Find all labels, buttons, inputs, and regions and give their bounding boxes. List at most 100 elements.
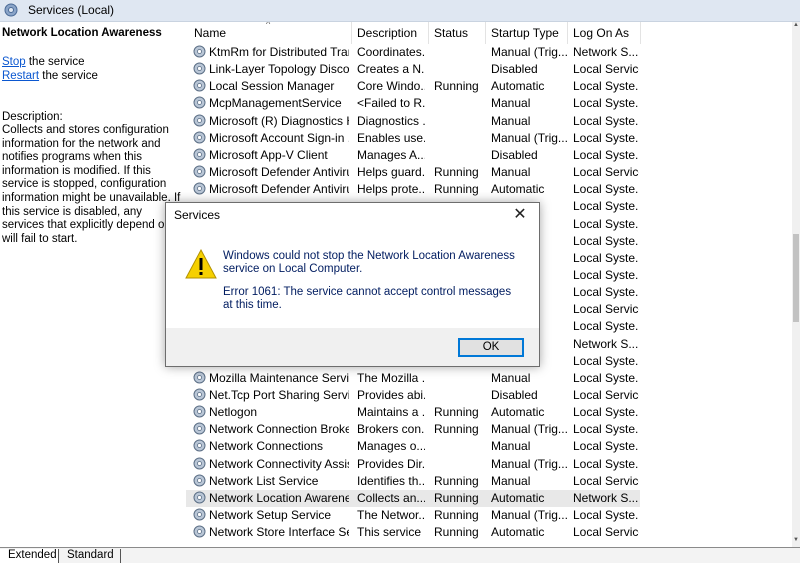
stop-link[interactable]: Stop — [2, 56, 26, 68]
service-gear-icon — [193, 491, 206, 504]
cell-status: Running — [434, 165, 479, 180]
cell-name: Link-Layer Topology Discov... — [209, 62, 349, 77]
dialog-error-detail: Error 1061: The service cannot accept co… — [223, 286, 512, 311]
restart-action: Restart the service — [2, 70, 98, 82]
scroll-thumb[interactable] — [793, 234, 799, 322]
cell-startup-type: Manual — [491, 473, 531, 488]
dialog-title: Services — [174, 208, 221, 222]
table-row[interactable]: Netlogon Maintains a ... Running Automatic L… — [186, 404, 640, 421]
cell-log-on-as: Local Service — [573, 62, 639, 77]
column-separator[interactable] — [567, 22, 568, 44]
cell-startup-type: Manual (Trig... — [491, 45, 567, 59]
service-gear-icon — [193, 182, 206, 195]
cell-description: Manages o... — [357, 439, 425, 454]
cell-description: The Mozilla ... — [357, 370, 425, 385]
scroll-down-icon[interactable]: ▼ — [792, 537, 800, 547]
scroll-up-icon[interactable]: ▲ — [792, 22, 800, 32]
service-gear-icon — [193, 62, 206, 75]
service-gear-icon — [193, 405, 206, 418]
cell-log-on-as: Network S... — [573, 490, 639, 505]
cell-startup-type: Disabled — [491, 62, 538, 77]
column-header-startup-type[interactable]: Startup Type — [491, 26, 559, 40]
service-gear-icon — [193, 457, 206, 470]
cell-name: Network Connections — [209, 439, 324, 454]
cell-description: Maintains a ... — [357, 405, 425, 420]
table-row[interactable]: Network Location Awareness Collects an...… — [186, 489, 640, 507]
column-separator[interactable] — [428, 22, 429, 44]
cell-description: Helps guard... — [357, 165, 425, 180]
stop-suffix: the service — [25, 56, 85, 68]
column-separator[interactable] — [640, 22, 641, 44]
table-row[interactable]: Microsoft (R) Diagnostics H... Diagnostic… — [186, 113, 640, 130]
cell-startup-type: Automatic — [491, 525, 545, 540]
list-header: ^ Name Description Status Startup Type L… — [186, 22, 792, 44]
cell-description: Creates a N... — [357, 62, 425, 77]
table-row[interactable]: Microsoft Defender Antiviru... Helps guar… — [186, 164, 640, 181]
close-icon[interactable]: ✕ — [507, 204, 533, 226]
table-row[interactable]: Mozilla Maintenance Service The Mozilla .… — [186, 370, 640, 387]
cell-log-on-as: Local Syste... — [573, 267, 639, 282]
ok-button[interactable]: OK — [458, 338, 524, 357]
sort-up-icon: ^ — [266, 22, 271, 29]
cell-log-on-as: Local Service — [573, 165, 639, 180]
table-row[interactable]: Link-Layer Topology Discov... Creates a N… — [186, 61, 640, 78]
cell-log-on-as: Network S... — [573, 45, 639, 59]
tab-extended[interactable]: Extended — [0, 549, 64, 563]
column-header-status[interactable]: Status — [434, 26, 468, 40]
cell-name: Network Location Awareness — [209, 490, 349, 505]
cell-log-on-as: Local Syste... — [573, 285, 639, 300]
column-separator[interactable] — [485, 22, 486, 44]
cell-startup-type: Automatic — [491, 405, 545, 420]
cell-log-on-as: Local Syste... — [573, 96, 639, 111]
service-gear-icon — [193, 131, 206, 144]
cell-name: Network Store Interface Ser... — [209, 525, 349, 540]
cell-status: Running — [434, 525, 479, 540]
table-row[interactable]: Network List Service Identifies th... Runn… — [186, 473, 640, 490]
table-row[interactable]: Network Store Interface Ser... This servi… — [186, 524, 640, 541]
cell-name: Net.Tcp Port Sharing Service — [209, 388, 349, 402]
vertical-scrollbar[interactable]: ▲ ▼ — [792, 22, 800, 547]
cell-description: Provides abi... — [357, 388, 425, 402]
column-header-log-on-as[interactable]: Log On As — [573, 26, 629, 40]
cell-name: Microsoft (R) Diagnostics H... — [209, 113, 349, 128]
service-gear-icon — [193, 422, 206, 435]
cell-startup-type: Disabled — [491, 147, 538, 162]
cell-description: This service ... — [357, 525, 425, 540]
dialog-message: Windows could not stop the Network Locat… — [223, 250, 515, 275]
table-row[interactable]: Local Session Manager Core Windo... Runnin… — [186, 78, 640, 95]
cell-description: Diagnostics ... — [357, 113, 425, 128]
cell-status: Running — [434, 508, 479, 523]
cell-log-on-as: Local Syste... — [573, 422, 639, 437]
table-row[interactable]: Network Connections Manages o... Manual Loc… — [186, 438, 640, 455]
cell-name: Microsoft Account Sign-in ... — [209, 130, 349, 145]
cell-log-on-as: Local Syste... — [573, 130, 639, 145]
column-header-description[interactable]: Description — [357, 26, 417, 40]
table-row[interactable]: McpManagementService <Failed to R... Manua… — [186, 95, 640, 112]
title-bar: Services (Local) — [0, 0, 800, 22]
table-row[interactable]: Network Connectivity Assis... Provides Di… — [186, 456, 640, 473]
tab-standard[interactable]: Standard — [58, 549, 121, 563]
table-row[interactable]: Net.Tcp Port Sharing Service Provides abi… — [186, 387, 640, 404]
table-row[interactable]: Network Setup Service The Networ... Runnin… — [186, 507, 640, 524]
table-row[interactable]: Microsoft App-V Client Manages A... Disabl… — [186, 147, 640, 164]
service-gear-icon — [193, 148, 206, 161]
column-header-name[interactable]: Name — [194, 26, 226, 40]
cell-startup-type: Manual — [491, 165, 531, 180]
service-gear-icon — [193, 474, 206, 487]
cell-name: Local Session Manager — [209, 79, 335, 94]
cell-description: Brokers con... — [357, 422, 425, 437]
window-title: Services (Local) — [28, 3, 115, 17]
table-row[interactable]: Network Connection Broker Brokers con... R… — [186, 421, 640, 438]
table-row[interactable]: KtmRm for Distributed Tran... Coordinates… — [186, 44, 640, 61]
service-gear-icon — [193, 96, 206, 109]
cell-startup-type: Automatic — [491, 182, 545, 197]
cell-log-on-as: Local Syste... — [573, 319, 639, 334]
restart-link[interactable]: Restart — [2, 70, 39, 82]
table-row[interactable]: Microsoft Account Sign-in ... Enables use… — [186, 130, 640, 147]
service-gear-icon — [193, 388, 206, 401]
cell-startup-type: Manual — [491, 439, 531, 454]
table-row[interactable]: Microsoft Defender Antiviru... Helps prot… — [186, 181, 640, 198]
cell-status: Running — [434, 182, 479, 197]
column-separator[interactable] — [351, 22, 352, 44]
cell-description: Helps prote... — [357, 182, 425, 197]
